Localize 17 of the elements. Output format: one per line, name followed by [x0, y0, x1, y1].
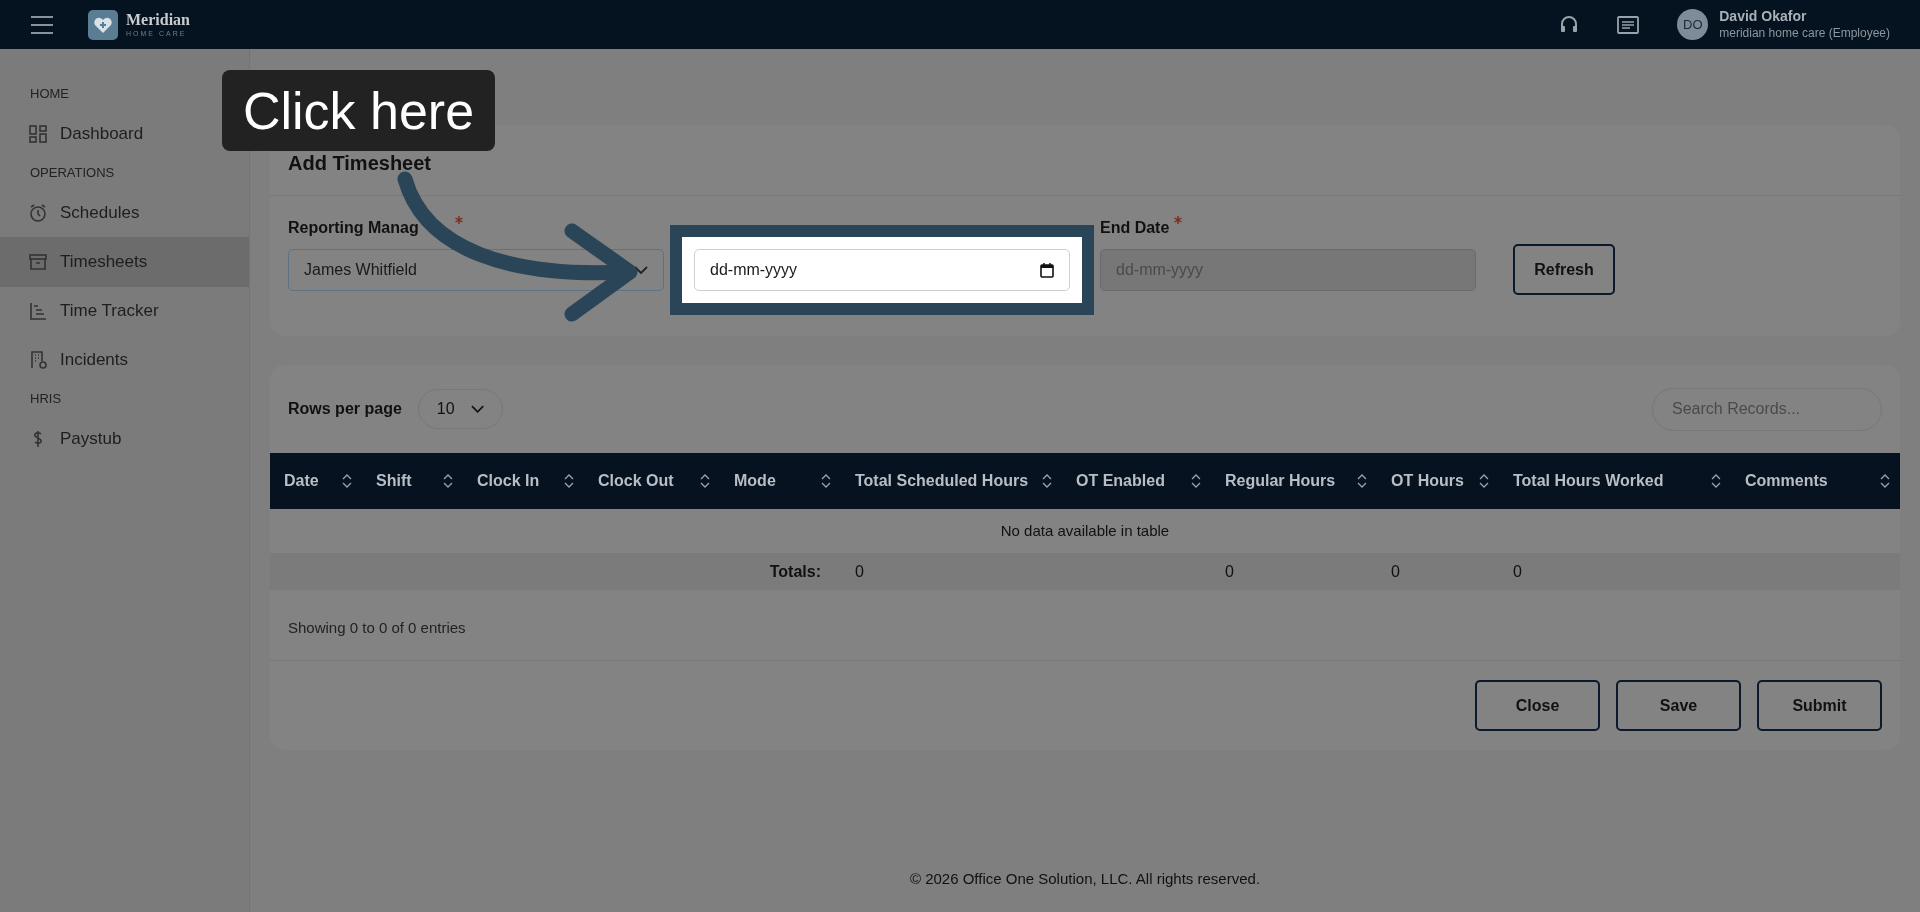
sidebar-heading: OPERATIONS — [29, 164, 116, 183]
brand-name: Meridian — [126, 12, 190, 28]
total-value: 0 — [1513, 562, 1522, 580]
field-label: Reporting Manag — [288, 218, 419, 238]
total-value: 0 — [855, 562, 864, 580]
sidebar-heading: HOME — [29, 85, 70, 104]
sidebar-heading: HRIS — [29, 390, 63, 409]
user-role: meridian home care (Employee) — [1719, 25, 1890, 41]
table-info: Showing 0 to 0 of 0 entries — [270, 590, 1900, 661]
footer-text: © 2026 Office One Solution, LLC. All rights reserved. — [908, 868, 1262, 889]
total-value: 0 — [1391, 562, 1400, 580]
field-label: End Date — [1100, 218, 1170, 238]
total-value: 0 — [1225, 562, 1234, 580]
rows-per-page-label: Rows per page — [288, 399, 402, 419]
user-name: David Okafor — [1719, 8, 1808, 26]
totals-label: Totals: — [769, 561, 821, 582]
empty-table-message: No data available in table — [999, 520, 1171, 541]
